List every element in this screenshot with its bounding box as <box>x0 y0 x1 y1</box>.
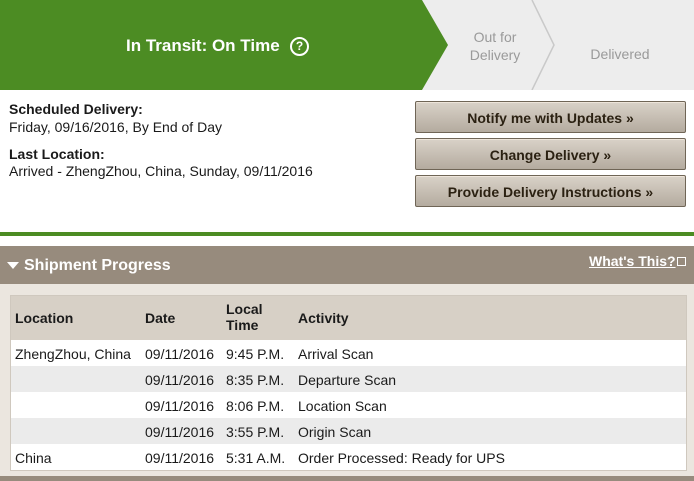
step-separator <box>531 0 555 90</box>
current-step-arrow <box>422 0 448 90</box>
table-row: 09/11/2016 3:55 P.M. Origin Scan <box>11 418 686 444</box>
cell-time: 5:31 A.M. <box>226 450 286 466</box>
cell-time: 3:55 P.M. <box>226 424 285 440</box>
cell-activity: Departure Scan <box>298 372 397 388</box>
current-status: In Transit: On Time <box>126 36 280 55</box>
tracking-progress-bar: In Transit: On Time ? Out for Delivery D… <box>0 0 694 90</box>
last-location-value: Arrived - ZhengZhou, China, Sunday, 09/1… <box>9 163 313 179</box>
table-body: ZhengZhou, China 09/11/2016 9:45 P.M. Ar… <box>11 340 686 470</box>
cell-date: 09/11/2016 <box>145 424 215 440</box>
step-delivered: Delivered <box>590 46 650 62</box>
cell-activity: Arrival Scan <box>298 346 374 362</box>
scheduled-delivery-value: Friday, 09/16/2016, By End of Day <box>9 119 222 135</box>
cell-location: China <box>15 450 52 466</box>
last-location-label: Last Location: <box>9 146 105 162</box>
shipment-progress-table: Location Date Local Time Activity ZhengZ… <box>10 295 687 471</box>
cell-time: 8:35 P.M. <box>226 372 285 388</box>
table-row: China 09/11/2016 5:31 A.M. Order Process… <box>11 444 686 470</box>
notify-updates-button[interactable]: Notify me with Updates » <box>415 101 686 133</box>
change-delivery-button[interactable]: Change Delivery » <box>415 138 686 170</box>
table-row: 09/11/2016 8:35 P.M. Departure Scan <box>11 366 686 392</box>
cell-date: 09/11/2016 <box>145 372 215 388</box>
section-divider <box>0 232 694 236</box>
table-row: 09/11/2016 8:06 P.M. Location Scan <box>11 392 686 418</box>
popup-window-icon[interactable] <box>677 257 686 266</box>
column-header-activity: Activity <box>298 310 349 326</box>
shipment-progress-title: Shipment Progress <box>24 257 171 274</box>
column-header-local-time: Local Time <box>226 301 263 333</box>
cell-activity: Location Scan <box>298 398 387 414</box>
cell-time: 8:06 P.M. <box>226 398 285 414</box>
cell-activity: Origin Scan <box>298 424 372 440</box>
cell-location: ZhengZhou, China <box>15 346 131 362</box>
scheduled-delivery-label: Scheduled Delivery: <box>9 101 143 117</box>
table-row: ZhengZhou, China 09/11/2016 9:45 P.M. Ar… <box>11 340 686 366</box>
cell-date: 09/11/2016 <box>145 450 215 466</box>
whats-this-link[interactable]: What's This? <box>589 253 676 269</box>
shipment-progress-header[interactable]: Shipment Progress What's This? <box>0 246 694 284</box>
step-out-for-delivery: Out for Delivery <box>469 29 521 63</box>
column-header-location: Location <box>15 310 74 326</box>
help-icon[interactable]: ? <box>290 37 309 56</box>
column-header-date: Date <box>145 310 176 326</box>
cell-activity: Order Processed: Ready for UPS <box>298 450 505 466</box>
table-header: Location Date Local Time Activity <box>11 296 686 340</box>
bottom-border <box>0 476 694 481</box>
cell-date: 09/11/2016 <box>145 398 215 414</box>
cell-time: 9:45 P.M. <box>226 346 285 362</box>
delivery-instructions-button[interactable]: Provide Delivery Instructions » <box>415 175 686 207</box>
cell-date: 09/11/2016 <box>145 346 215 362</box>
collapse-triangle-icon[interactable] <box>7 262 19 269</box>
